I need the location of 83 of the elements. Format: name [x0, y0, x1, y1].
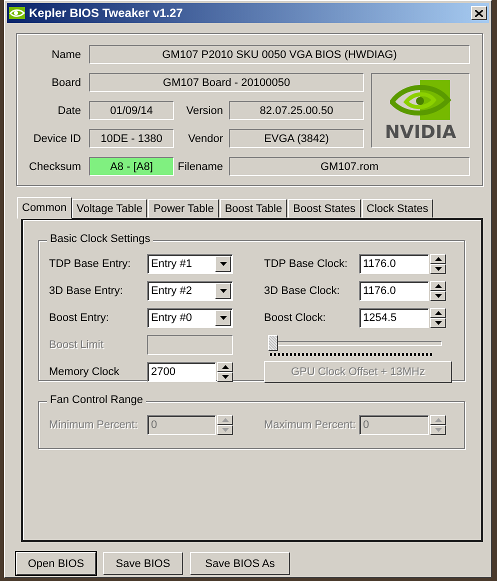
caret-down-icon: [434, 321, 442, 325]
tab[interactable]: Power Table: [148, 199, 219, 218]
number-field: 0: [147, 415, 216, 435]
field-label: Date: [56, 104, 81, 118]
field-label: Memory Clock: [49, 366, 120, 378]
caret-down-icon: [434, 294, 442, 298]
dropdown[interactable]: Entry #1: [147, 254, 233, 274]
tab[interactable]: Boost States: [288, 199, 360, 218]
dropdown[interactable]: Entry #0: [147, 308, 233, 328]
caret-down-icon: [220, 262, 226, 266]
spin-up-button[interactable]: [217, 362, 233, 372]
group-title: Fan Control Range: [47, 394, 146, 406]
spin-down-button[interactable]: [430, 425, 446, 435]
tab[interactable]: Common: [17, 197, 72, 219]
spin-down-button[interactable]: [430, 318, 446, 328]
tab[interactable]: Clock States: [362, 199, 434, 218]
button[interactable]: Save BIOS: [103, 552, 183, 575]
read-only-field: EVGA (3842): [229, 129, 364, 148]
caret-up-icon: [222, 418, 228, 422]
eye-logo-icon: [390, 78, 452, 122]
spin-up-button[interactable]: [430, 281, 446, 291]
field-label: Boost Clock:: [264, 312, 327, 324]
field-label: Boost Entry:: [49, 312, 110, 324]
spin-up-button[interactable]: [430, 254, 446, 264]
field-label: Board: [50, 76, 81, 90]
read-only-field: GM107 P2010 SKU 0050 VGA BIOS (HWDIAG): [89, 45, 470, 64]
spin-up-button[interactable]: [430, 308, 446, 318]
read-only-field: 82.07.25.00.50: [229, 101, 364, 120]
number-field[interactable]: 1176.0: [359, 254, 429, 274]
field-label: TDP Base Clock:: [264, 258, 349, 270]
close-button[interactable]: [471, 6, 487, 20]
caret-down-icon: [220, 316, 226, 320]
button[interactable]: Open BIOS: [16, 552, 96, 575]
read-only-field: 01/09/14: [89, 101, 174, 120]
spin-down-button[interactable]: [217, 425, 233, 435]
number-field[interactable]: 1254.5: [359, 308, 429, 328]
caret-down-icon: [222, 428, 228, 432]
close-icon: [475, 10, 483, 16]
dropdown-arrow-button[interactable]: [215, 310, 231, 326]
spin-up-button[interactable]: [217, 415, 233, 425]
dropdown-arrow-button[interactable]: [215, 283, 231, 299]
number-field[interactable]: 1176.0: [359, 281, 429, 301]
read-only-field: A8 - [A8]: [89, 157, 174, 176]
caret-up-icon: [434, 311, 442, 315]
window-title: Kepler BIOS Tweaker v1.27: [29, 6, 184, 20]
read-only-field: GM107.rom: [229, 157, 470, 176]
field-label: Version: [185, 104, 224, 118]
caret-up-icon: [434, 257, 442, 261]
field-label: Boost Limit: [49, 339, 104, 351]
field-label: Maximum Percent:: [264, 419, 357, 431]
tab[interactable]: Boost Table: [220, 199, 288, 218]
field-label: Minimum Percent:: [49, 419, 139, 431]
eye-logo-icon: [9, 7, 25, 19]
field-label: Checksum: [28, 160, 81, 174]
read-only-field: 10DE - 1380: [89, 129, 174, 148]
group-title: Basic Clock Settings: [47, 233, 154, 245]
caret-up-icon: [434, 418, 442, 422]
caret-down-icon: [434, 428, 442, 432]
number-field: 0: [359, 415, 429, 435]
spin-down-button[interactable]: [430, 291, 446, 301]
caret-down-icon: [222, 375, 228, 379]
logo-text: NVIDIA: [384, 122, 456, 143]
spin-up-button[interactable]: [430, 415, 446, 425]
dropdown[interactable]: Entry #2: [147, 281, 233, 301]
button[interactable]: Save BIOS As: [190, 552, 290, 575]
field-label: 3D Base Clock:: [264, 285, 341, 297]
caret-down-icon: [220, 289, 226, 293]
caret-down-icon: [434, 267, 442, 271]
read-only-field: GM107 Board - 20100050: [89, 73, 364, 92]
field-label: Device ID: [32, 132, 81, 146]
spin-down-button[interactable]: [217, 372, 233, 382]
field-label: TDP Base Entry:: [49, 258, 132, 270]
field-label: Vendor: [187, 132, 224, 146]
spin-down-button[interactable]: [430, 264, 446, 274]
dropdown-arrow-button[interactable]: [215, 256, 231, 272]
caret-up-icon: [222, 365, 228, 369]
caret-up-icon: [434, 284, 442, 288]
slider-thumb[interactable]: [268, 335, 278, 351]
field-label: Filename: [176, 160, 224, 174]
field-label: 3D Base Entry:: [49, 285, 124, 297]
tab[interactable]: Voltage Table: [72, 199, 148, 218]
number-field[interactable]: 2700: [147, 362, 216, 382]
field-label: Name: [50, 48, 81, 62]
